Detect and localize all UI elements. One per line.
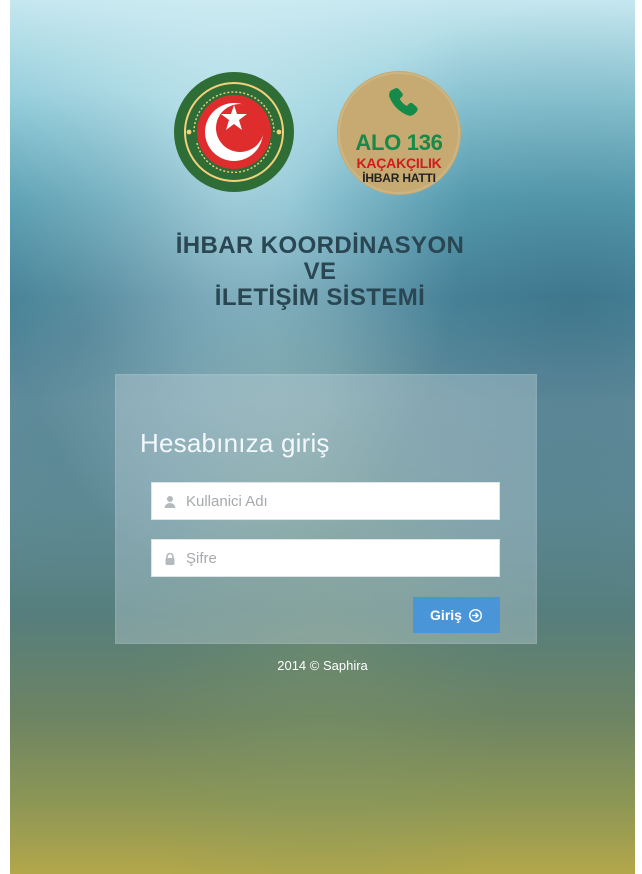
arrow-circle-right-icon	[468, 608, 483, 623]
lock-icon	[162, 551, 178, 567]
login-screen: ALO 136 KAÇAKÇILIK İHBAR HATTI İHBAR KOO…	[10, 0, 635, 874]
username-field[interactable]	[151, 482, 500, 520]
system-title-line2: VE	[303, 258, 337, 285]
hotline-line1: KAÇAKÇILIK	[356, 155, 442, 171]
footer-copyright: 2014 © Saphira	[277, 658, 368, 673]
user-icon	[162, 494, 178, 510]
username-input[interactable]	[186, 483, 486, 519]
login-button[interactable]: Giriş	[413, 597, 500, 633]
hotline-number: ALO 136	[355, 130, 443, 155]
login-button-label: Giriş	[430, 607, 462, 623]
system-title: İHBAR KOORDİNASYON VE İLETİŞİM SİSTEMİ	[120, 233, 520, 311]
password-field[interactable]	[151, 539, 500, 577]
hotline-logo: ALO 136 KAÇAKÇILIK İHBAR HATTI	[336, 70, 462, 196]
password-input[interactable]	[186, 540, 486, 576]
system-title-line1: İHBAR KOORDİNASYON	[175, 232, 465, 259]
system-title-line3: İLETİŞİM SİSTEMİ	[214, 284, 426, 311]
hotline-line2: İHBAR HATTI	[362, 171, 436, 185]
login-heading: Hesabınıza giriş	[140, 428, 330, 458]
customs-logo	[173, 71, 295, 193]
login-panel: Hesabınıza giriş Giriş	[115, 374, 537, 644]
